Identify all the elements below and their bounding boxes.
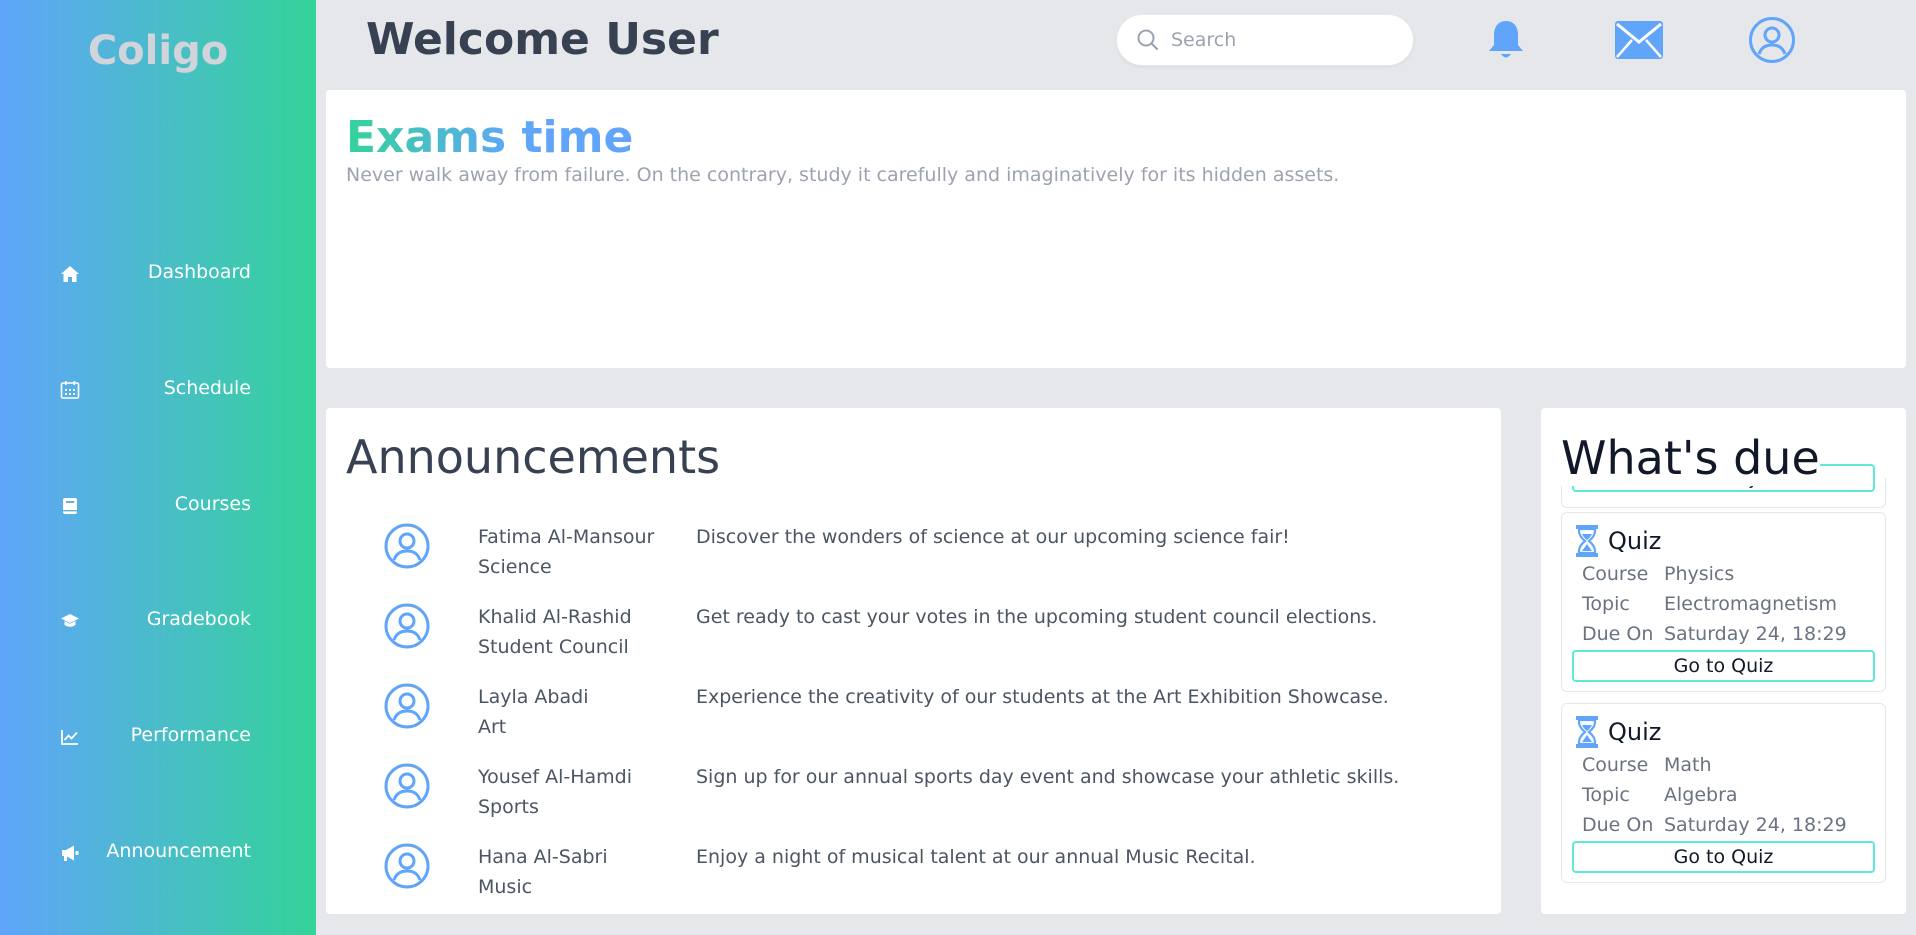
due-on-value: Saturday 24, 18:29 xyxy=(1664,623,1847,645)
chart-line-icon xyxy=(60,727,80,747)
topic-label: Topic xyxy=(1582,593,1630,615)
announcement-message: Experience the creativity of our student… xyxy=(696,686,1389,708)
topic-value: Algebra xyxy=(1664,784,1738,806)
hourglass-icon xyxy=(1576,716,1598,748)
announcement-message: Sign up for our annual sports day event … xyxy=(696,766,1400,788)
sidebar: Coligo Dashboard Schedule Courses Gradeb… xyxy=(0,0,316,935)
go-to-quiz-button[interactable]: Go to Quiz xyxy=(1572,650,1875,682)
whats-due-title: What's due xyxy=(1561,430,1820,486)
course-label: Course xyxy=(1582,563,1649,585)
hourglass-icon xyxy=(1576,525,1598,557)
whats-due-panel[interactable]: Go to Project What's due Quiz Course Phy… xyxy=(1541,408,1906,914)
mail-icon[interactable] xyxy=(1614,20,1664,60)
app-logo: Coligo xyxy=(87,28,229,74)
due-type: Quiz xyxy=(1608,718,1662,746)
list-item[interactable]: Khalid Al-Rashid Student Council Get read… xyxy=(326,602,1501,682)
announcement-author: Hana Al-Sabri Music xyxy=(478,846,608,898)
sidebar-item-dashboard[interactable]: Dashboard xyxy=(0,243,316,303)
due-card: Quiz Course Math Topic Algebra Due On Sa… xyxy=(1561,703,1886,883)
book-icon xyxy=(60,496,80,516)
sidebar-item-label: Schedule xyxy=(163,377,251,399)
list-item[interactable]: Yousef Al-Hamdi Sports Sign up for our an… xyxy=(326,762,1501,842)
calendar-icon xyxy=(60,380,80,400)
sidebar-item-label: Dashboard xyxy=(147,261,251,283)
bell-icon[interactable] xyxy=(1486,18,1526,62)
banner-subtitle: Never walk away from failure. On the con… xyxy=(346,164,1340,186)
due-type: Quiz xyxy=(1608,527,1662,555)
sidebar-item-schedule[interactable]: Schedule xyxy=(0,359,316,419)
search-input[interactable] xyxy=(1171,29,1391,51)
sidebar-item-label: Announcement xyxy=(106,840,251,862)
announcement-message: Get ready to cast your votes in the upco… xyxy=(696,606,1378,628)
sidebar-item-label: Courses xyxy=(174,493,251,515)
avatar-icon xyxy=(384,523,430,569)
list-item[interactable]: Hana Al-Sabri Music Enjoy a night of musi… xyxy=(326,842,1501,914)
page-title: Welcome User xyxy=(366,14,719,65)
list-item[interactable]: Layla Abadi Art Experience the creativity… xyxy=(326,682,1501,762)
avatar-icon xyxy=(384,603,430,649)
due-on-label: Due On xyxy=(1582,814,1654,836)
home-icon xyxy=(60,264,80,284)
course-value: Math xyxy=(1664,754,1712,776)
sidebar-item-performance[interactable]: Performance xyxy=(0,706,316,766)
course-value: Physics xyxy=(1664,563,1735,585)
banner-title: Exams time xyxy=(346,112,634,163)
go-to-quiz-button[interactable]: Go to Quiz xyxy=(1572,841,1875,873)
course-label: Course xyxy=(1582,754,1649,776)
due-card: Quiz Course Physics Topic Electromagneti… xyxy=(1561,512,1886,692)
announcements-title: Announcements xyxy=(346,430,721,484)
sidebar-item-gradebook[interactable]: Gradebook xyxy=(0,590,316,650)
topic-value: Electromagnetism xyxy=(1664,593,1837,615)
announcement-author: Yousef Al-Hamdi Sports xyxy=(478,766,632,818)
topic-label: Topic xyxy=(1582,784,1630,806)
megaphone-icon xyxy=(60,843,80,863)
graduation-cap-icon xyxy=(60,611,80,631)
sidebar-item-label: Gradebook xyxy=(146,608,251,630)
avatar-icon xyxy=(384,683,430,729)
list-item[interactable]: Fatima Al-Mansour Science Discover the wo… xyxy=(326,522,1501,602)
avatar-icon xyxy=(384,763,430,809)
sidebar-item-label: Performance xyxy=(130,724,251,746)
search-box[interactable] xyxy=(1116,14,1414,66)
user-circle-icon[interactable] xyxy=(1748,16,1796,64)
sidebar-item-announcement[interactable]: Announcement xyxy=(0,822,316,882)
announcement-message: Discover the wonders of science at our u… xyxy=(696,526,1290,548)
due-on-value: Saturday 24, 18:29 xyxy=(1664,814,1847,836)
avatar-icon xyxy=(384,843,430,889)
announcement-author: Fatima Al-Mansour Science xyxy=(478,526,655,578)
announcements-panel: Announcements Fatima Al-Mansour Science D… xyxy=(326,408,1501,914)
announcement-author: Layla Abadi Art xyxy=(478,686,589,738)
announcement-author: Khalid Al-Rashid Student Council xyxy=(478,606,632,658)
sidebar-item-courses[interactable]: Courses xyxy=(0,475,316,535)
exams-banner: Exams time Never walk away from failure.… xyxy=(326,90,1906,368)
announcement-message: Enjoy a night of musical talent at our a… xyxy=(696,846,1256,868)
search-icon xyxy=(1137,29,1158,50)
due-on-label: Due On xyxy=(1582,623,1654,645)
